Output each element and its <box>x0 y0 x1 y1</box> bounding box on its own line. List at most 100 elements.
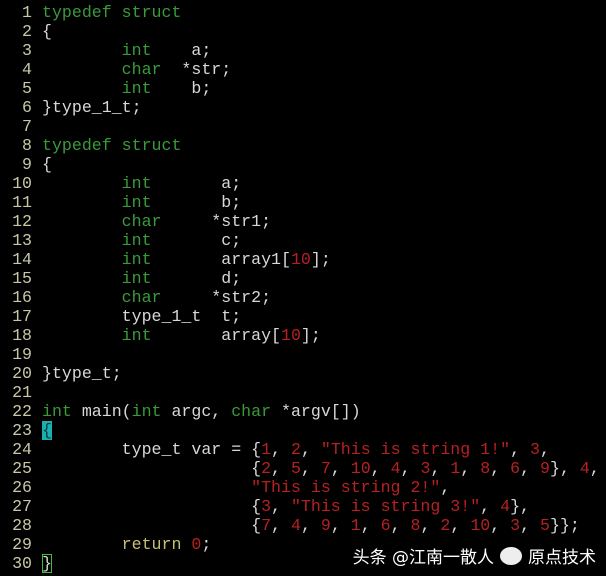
code-text: a; <box>151 41 212 60</box>
code-line: 24 type_t var = {1, 2, "This is string 1… <box>0 440 600 459</box>
literal: 7 <box>320 459 331 478</box>
line-number: 8 <box>22 136 32 155</box>
literal: "This is string 1!" <box>320 440 511 459</box>
code-text: ]; <box>300 326 321 345</box>
line-number: 22 <box>12 402 32 421</box>
literal: 2 <box>261 459 272 478</box>
line-number: 4 <box>22 60 32 79</box>
line-number: 28 <box>12 516 32 535</box>
code-text: , <box>330 516 351 535</box>
code-line: 10 int a; <box>0 174 600 193</box>
line-number: 15 <box>12 269 32 288</box>
keyword: int <box>121 269 152 288</box>
literal: 4 <box>579 459 590 478</box>
code-line: 6 }type_1_t; <box>0 98 600 117</box>
code-text: { <box>42 497 262 516</box>
line-number: 23 <box>12 421 32 440</box>
code-text: , <box>510 440 530 459</box>
literal: 5 <box>290 459 301 478</box>
code-text: , <box>490 459 511 478</box>
line-number: 1 <box>22 3 32 22</box>
line-number: 18 <box>12 326 32 345</box>
line-number: 24 <box>12 440 32 459</box>
code-line: 14 int array1[10]; <box>0 250 600 269</box>
code-text: , <box>360 516 381 535</box>
line-number: 5 <box>22 79 32 98</box>
literal: 9 <box>540 459 551 478</box>
literal: 1 <box>350 516 361 535</box>
code-line: 11 int b; <box>0 193 600 212</box>
keyword: int <box>121 326 152 345</box>
code-editor[interactable]: 1 typedef struct 2{3 int a; 4 char *str; 5 i… <box>0 3 600 573</box>
line-number: 2 <box>22 22 32 41</box>
literal: 7 <box>261 516 272 535</box>
code-text: , <box>370 459 391 478</box>
keyword: int <box>121 250 152 269</box>
line-number: 17 <box>12 307 32 326</box>
line-number: 3 <box>22 41 32 60</box>
line-number: 12 <box>12 212 32 231</box>
line-number: 11 <box>12 193 32 212</box>
line-number: 20 <box>12 364 32 383</box>
line-number: 27 <box>12 497 32 516</box>
statement-keyword: return <box>121 535 182 554</box>
code-text: b; <box>151 79 212 98</box>
keyword: int <box>131 402 162 421</box>
matched-bracket: { <box>42 421 52 440</box>
code-line: 17 type_1_t t; <box>0 307 600 326</box>
code-line: 28 {7, 4, 9, 1, 6, 8, 2, 10, 3, 5}}; <box>0 516 600 535</box>
code-text: ; <box>201 535 212 554</box>
literal: 4 <box>390 459 401 478</box>
line-number: 14 <box>12 250 32 269</box>
code-line: 18 int array[10]; <box>0 326 600 345</box>
line-number: 25 <box>12 459 32 478</box>
watermark-brand: 原点技术 <box>528 548 596 568</box>
literal: "This is string 3!" <box>290 497 481 516</box>
code-text: { <box>42 155 52 174</box>
literal: 0 <box>191 535 202 554</box>
code-line: 27 {3, "This is string 3!", 4}, <box>0 497 600 516</box>
literal: 4 <box>290 516 301 535</box>
literal: 3 <box>510 516 521 535</box>
literal: 8 <box>480 459 491 478</box>
code-line: 3 int a; <box>0 41 600 60</box>
code-text: }, <box>510 497 530 516</box>
code-line: 7 <box>0 117 600 136</box>
literal: 10 <box>281 326 301 345</box>
line-number: 6 <box>22 98 32 117</box>
code-text: }, <box>550 459 580 478</box>
keyword: int <box>42 402 72 421</box>
code-text: , <box>271 459 291 478</box>
code-text: ]; <box>310 250 331 269</box>
code-text: *str2; <box>161 288 272 307</box>
code-text: { <box>42 459 262 478</box>
line-number: 30 <box>12 554 32 573</box>
code-line: 20 }type_t; <box>0 364 600 383</box>
code-text: }type_1_t; <box>42 98 142 117</box>
code-text: }type_t; <box>42 364 122 383</box>
code-text: , <box>271 516 291 535</box>
literal: 1 <box>261 440 272 459</box>
code-text: , <box>390 516 411 535</box>
code-text: { <box>42 516 262 535</box>
code-text: b; <box>151 193 242 212</box>
code-line: 4 char *str; <box>0 60 600 79</box>
keyword: int <box>121 41 152 60</box>
code-line: 21 <box>0 383 600 402</box>
code-text: argc, <box>161 402 232 421</box>
keyword: int <box>121 174 152 193</box>
literal: 8 <box>410 516 421 535</box>
line-number: 7 <box>22 117 32 136</box>
code-text: , <box>520 516 541 535</box>
literal: 10 <box>350 459 371 478</box>
